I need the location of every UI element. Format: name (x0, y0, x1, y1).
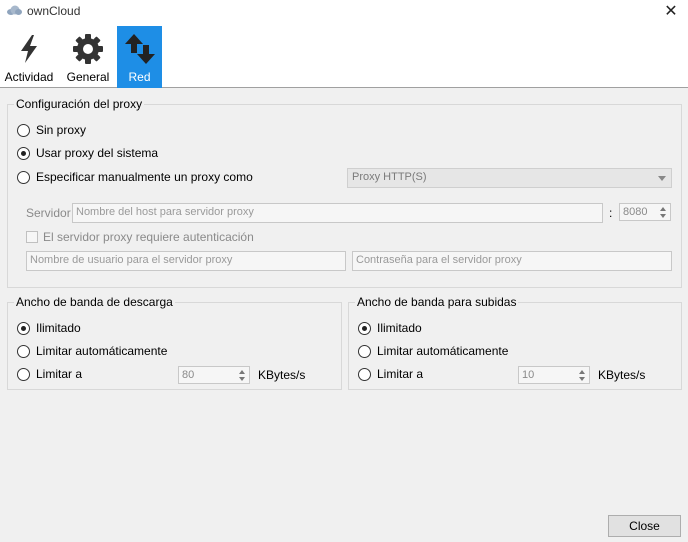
download-limit-value: 80 (182, 369, 195, 381)
download-auto-label: Limitar automáticamente (36, 344, 168, 358)
proxy-type-value: Proxy HTTP(S) (352, 171, 427, 183)
lightning-icon (21, 35, 37, 63)
tab-red-label: Red (128, 70, 151, 84)
proxy-type-select[interactable]: Proxy HTTP(S) (347, 168, 672, 188)
upload-auto-label: Limitar automáticamente (377, 344, 509, 358)
upload-limitar-label: Limitar a (377, 367, 424, 381)
settings-toolbar: Actividad General Red (0, 24, 688, 88)
close-icon: ✕ (664, 3, 678, 20)
radio-proxy-manual-label: Especificar manualmente un proxy como (36, 170, 253, 184)
upload-radio-limitar[interactable]: Limitar a (358, 366, 423, 382)
upload-ilimitado-label: Ilimitado (377, 321, 422, 335)
radio-sin-proxy[interactable]: Sin proxy (17, 122, 86, 138)
radio-usar-proxy-sistema-label: Usar proxy del sistema (36, 146, 159, 160)
window-title: ownCloud (27, 4, 81, 18)
chevron-down-icon (658, 176, 666, 181)
radio-button-checked[interactable] (358, 321, 371, 335)
download-ilimitado-label: Ilimitado (36, 321, 81, 335)
proxy-password-placeholder: Contraseña para el servidor proxy (356, 254, 522, 266)
window-close-button[interactable]: ✕ (654, 0, 688, 22)
gear-icon (73, 34, 103, 64)
proxy-host-placeholder: Nombre del host para servidor proxy (76, 206, 254, 218)
radio-button-checked[interactable] (17, 321, 30, 335)
port-separator: : (609, 206, 613, 220)
upload-limit-spinbox[interactable]: 10 (518, 366, 590, 384)
download-radio-limitar[interactable]: Limitar a (17, 366, 82, 382)
proxy-auth-checkbox[interactable] (26, 231, 38, 243)
tab-actividad-label: Actividad (4, 70, 54, 84)
download-limitar-label: Limitar a (36, 367, 83, 381)
tab-actividad[interactable]: Actividad (4, 26, 54, 88)
proxy-user-placeholder: Nombre de usuario para el servidor proxy (30, 254, 233, 266)
radio-button[interactable] (17, 123, 30, 137)
download-unit-label: KBytes/s (258, 368, 306, 382)
tab-general-label: General (66, 70, 110, 84)
proxy-host-input[interactable]: Nombre del host para servidor proxy (72, 203, 603, 223)
proxy-user-input[interactable]: Nombre de usuario para el servidor proxy (26, 251, 346, 271)
radio-proxy-manual[interactable]: Especificar manualmente un proxy como (17, 169, 253, 185)
upload-radio-auto[interactable]: Limitar automáticamente (358, 343, 508, 359)
upload-limit-value: 10 (522, 369, 535, 381)
radio-button-checked[interactable] (17, 146, 30, 160)
close-button[interactable]: Close (608, 515, 681, 537)
proxy-group-title: Configuración del proxy (14, 97, 145, 111)
upload-radio-ilimitado[interactable]: Ilimitado (358, 320, 422, 336)
tab-general[interactable]: General (64, 26, 112, 88)
proxy-password-input[interactable]: Contraseña para el servidor proxy (352, 251, 672, 271)
tab-red[interactable]: Red (117, 26, 162, 88)
radio-usar-proxy-sistema[interactable]: Usar proxy del sistema (17, 145, 158, 161)
radio-button[interactable] (17, 344, 30, 358)
radio-button[interactable] (17, 367, 30, 381)
spinner-arrows-icon[interactable] (237, 368, 248, 382)
spinner-arrows-icon[interactable] (577, 368, 588, 382)
upload-group-title: Ancho de banda para subidas (355, 295, 519, 309)
title-bar: ownCloud ✕ (0, 0, 688, 24)
proxy-auth-label: El servidor proxy requiere autenticación (43, 230, 254, 244)
download-radio-auto[interactable]: Limitar automáticamente (17, 343, 167, 359)
network-arrows-icon (124, 34, 155, 64)
owncloud-logo-icon (7, 5, 22, 15)
server-label: Servidor (26, 206, 71, 220)
download-radio-ilimitado[interactable]: Ilimitado (17, 320, 81, 336)
download-group-title: Ancho de banda de descarga (14, 295, 175, 309)
download-limit-spinbox[interactable]: 80 (178, 366, 250, 384)
radio-button[interactable] (17, 170, 30, 184)
proxy-port-spinbox[interactable]: 8080 (619, 203, 671, 221)
radio-button[interactable] (358, 367, 371, 381)
spinner-arrows-icon[interactable] (658, 205, 669, 219)
upload-unit-label: KBytes/s (598, 368, 646, 382)
proxy-port-value: 8080 (623, 206, 648, 218)
radio-sin-proxy-label: Sin proxy (36, 123, 87, 137)
radio-button[interactable] (358, 344, 371, 358)
proxy-auth-checkbox-row[interactable]: El servidor proxy requiere autenticación (26, 230, 254, 244)
